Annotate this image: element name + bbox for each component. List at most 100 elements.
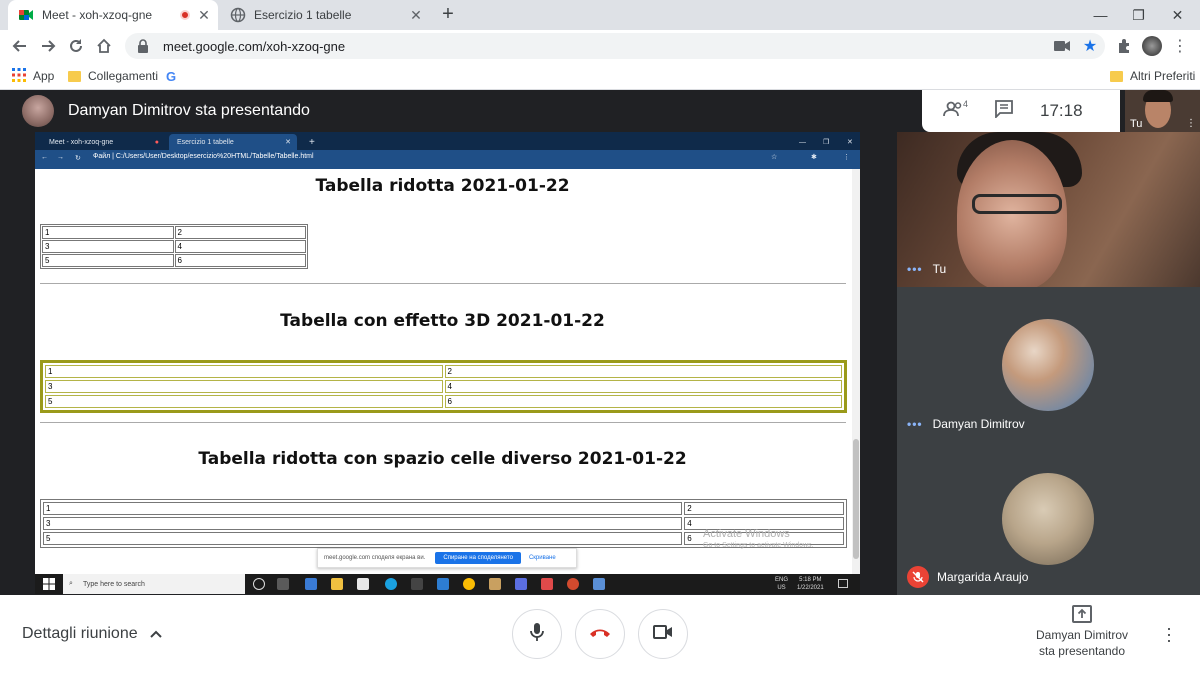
- tab-title: Meet - xoh-xzoq-gne: [42, 8, 153, 22]
- chrome-menu-icon[interactable]: ⋮: [1170, 36, 1190, 56]
- participant-tile-margarida[interactable]: Margarida Araujo: [897, 439, 1200, 595]
- bookmark-collegamenti[interactable]: Collegamenti: [68, 67, 158, 85]
- meeting-details-label: Dettagli riunione: [22, 625, 138, 642]
- apps-grid-icon: [12, 67, 26, 85]
- table-cell: 4: [174, 240, 306, 253]
- participant-label: ••• Damyan Dimitrov: [907, 417, 1025, 431]
- recording-icon: ●: [154, 138, 159, 146]
- google-icon[interactable]: G: [166, 67, 176, 85]
- participant-tile-self[interactable]: ••• Tu: [897, 132, 1200, 287]
- present-label-line1: Damyan Dimitrov: [1035, 628, 1128, 642]
- browser-tab-strip: Meet - xoh-xzoq-gne ✕ Esercizio 1 tabell…: [0, 0, 1200, 30]
- hide-button: Скриване: [528, 555, 556, 561]
- camera-icon[interactable]: [1052, 36, 1072, 56]
- stop-sharing-button: Спиране на споделянето: [435, 552, 521, 564]
- folder-icon: [68, 70, 81, 82]
- table-row: 56: [42, 254, 306, 267]
- shared-tab-title: Meet - xoh-xzoq-gne: [49, 138, 114, 146]
- table-cell: 6: [174, 254, 306, 267]
- participant-name: Margarida Araujo: [937, 570, 1029, 584]
- forward-icon: →: [57, 154, 64, 161]
- table-row: 12: [42, 226, 306, 239]
- meeting-details-button[interactable]: Dettagli riunione: [22, 625, 162, 643]
- tab-meet[interactable]: Meet - xoh-xzoq-gne ✕: [8, 0, 218, 30]
- address-bar[interactable]: meet.google.com/xoh-xzoq-gne: [125, 33, 1105, 59]
- table-cell: 5: [42, 254, 174, 267]
- app-icon: [593, 578, 605, 590]
- back-icon[interactable]: [8, 34, 32, 58]
- bookmark-app[interactable]: App: [12, 67, 54, 85]
- page-heading: Tabella ridotta 2021-01-22: [315, 176, 570, 196]
- meet-bottom-bar: Dettagli riunione Damyan Dimitrov sta pr…: [0, 595, 1200, 675]
- windows-taskbar: ⌕ Type here to search ENG US 5:18 PM 1/2…: [35, 574, 860, 594]
- home-icon[interactable]: [92, 34, 116, 58]
- sharing-notice-text: meet.google.com споделя екрана ви.: [324, 555, 426, 561]
- bookmark-other[interactable]: Altri Preferiti: [1110, 67, 1195, 85]
- table-cell: 1: [45, 365, 443, 378]
- more-options-icon[interactable]: ⋮: [1186, 118, 1196, 129]
- shared-screen: Meet - xoh-xzoq-gne ● Esercizio 1 tabell…: [35, 132, 860, 594]
- camera-button[interactable]: [638, 609, 688, 659]
- table-row: 34: [45, 380, 842, 393]
- self-thumbnail[interactable]: Tu ⋮: [1125, 90, 1200, 132]
- globe-icon: [230, 7, 246, 23]
- minimize-icon: —: [799, 138, 806, 146]
- tab-esercizio[interactable]: Esercizio 1 tabelle ✕: [220, 0, 430, 30]
- reload-icon[interactable]: [64, 34, 88, 58]
- people-icon: [943, 101, 965, 122]
- restore-icon: ❐: [823, 139, 830, 146]
- participant-avatar: [1002, 473, 1094, 565]
- document-icon: [357, 578, 369, 590]
- recording-icon: [180, 10, 190, 20]
- glasses: [972, 194, 1062, 214]
- page-heading: Tabella ridotta con spazio celle diverso…: [198, 449, 687, 469]
- page-heading: Tabella con effetto 3D 2021-01-22: [280, 311, 605, 331]
- close-tab-icon[interactable]: ✕: [196, 7, 212, 23]
- new-tab-button[interactable]: +: [438, 4, 458, 25]
- activation-watermark-sub: Go to Settings to activate Windows.: [703, 542, 814, 549]
- speaking-indicator-icon: •••: [907, 262, 923, 276]
- participants-button[interactable]: 4: [932, 90, 976, 132]
- forward-icon[interactable]: [36, 34, 60, 58]
- task-view-icon: [277, 578, 289, 590]
- cortana-icon: [253, 578, 265, 590]
- present-now-button[interactable]: Damyan Dimitrov sta presentando: [1028, 605, 1136, 659]
- url-text: meet.google.com/xoh-xzoq-gne: [163, 38, 346, 54]
- tab-title: Esercizio 1 tabelle: [254, 8, 352, 22]
- table-row: 12: [43, 502, 844, 515]
- bookmark-star-icon: ☆: [771, 154, 778, 161]
- table-cell: 3: [43, 517, 683, 530]
- participant-avatar: [1002, 319, 1094, 411]
- sharing-notice-bar: meet.google.com споделя екрана ви. Спира…: [317, 548, 577, 568]
- scrollbar: [852, 169, 860, 574]
- close-tab-icon[interactable]: ✕: [408, 7, 424, 23]
- close-window-button[interactable]: ✕: [1155, 0, 1200, 30]
- table-row: 12: [45, 365, 842, 378]
- meet-icon: [18, 7, 34, 23]
- meeting-clock: 17:18: [1040, 101, 1083, 120]
- shared-tab-strip: Meet - xoh-xzoq-gne ● Esercizio 1 tabell…: [35, 132, 860, 150]
- profile-avatar[interactable]: [1142, 36, 1162, 56]
- leave-call-button[interactable]: [575, 609, 625, 659]
- table-cell: 1: [43, 502, 683, 515]
- participant-tile-damyan[interactable]: ••• Damyan Dimitrov: [897, 287, 1200, 439]
- windows-start-icon: [43, 578, 55, 590]
- shared-tab-title: Esercizio 1 tabelle: [177, 138, 234, 146]
- lock-icon: [137, 39, 151, 53]
- back-icon: ←: [41, 154, 48, 161]
- bookmarks-bar: App Collegamenti G Altri Preferiti: [0, 62, 1200, 90]
- notification-icon: [838, 579, 848, 588]
- bookmark-label: Altri Preferiti: [1130, 69, 1196, 83]
- participant-name: Damyan Dimitrov: [932, 417, 1025, 431]
- microphone-button[interactable]: [512, 609, 562, 659]
- chat-button[interactable]: [982, 90, 1026, 132]
- present-label-line2: sta presentando: [1038, 644, 1126, 658]
- table-spazio-celle: 12 34 56: [40, 499, 847, 548]
- more-options-icon[interactable]: · · ·: [1166, 619, 1172, 649]
- app-icon: [515, 578, 527, 590]
- bookmark-star-icon[interactable]: ★: [1080, 36, 1100, 56]
- close-window-icon: ✕: [847, 139, 853, 146]
- search-icon: ⌕: [69, 580, 73, 587]
- extensions-icon[interactable]: [1114, 36, 1134, 56]
- meet-top-controls: 4 17:18: [922, 90, 1120, 132]
